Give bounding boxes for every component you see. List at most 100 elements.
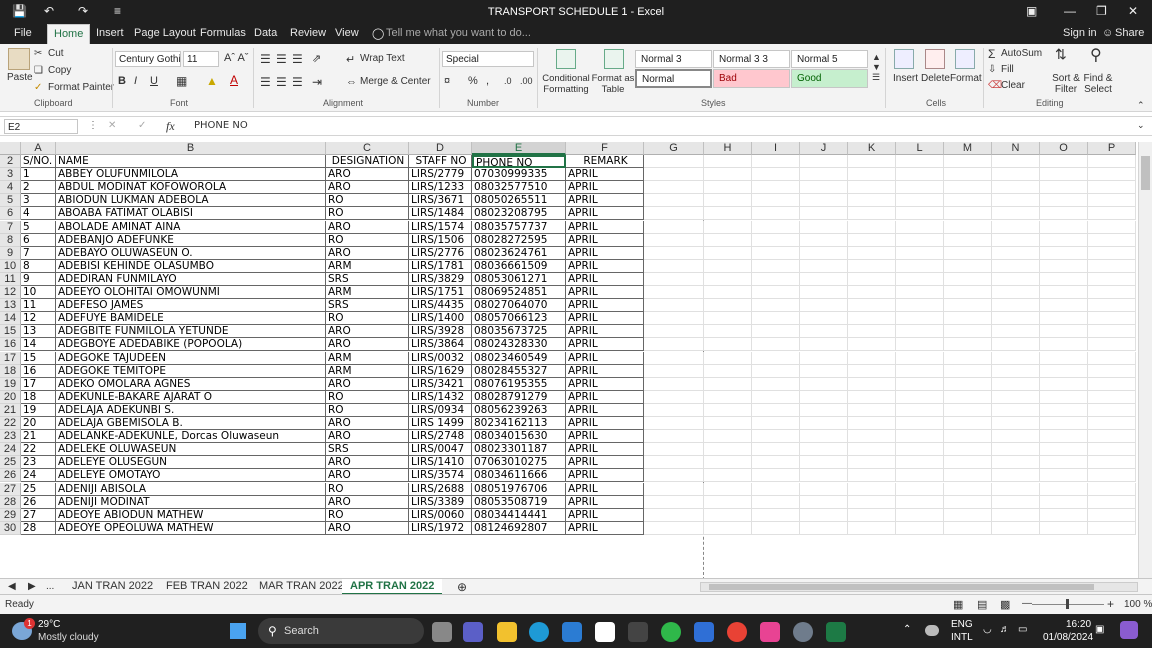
excel-icon[interactable] [826, 622, 846, 642]
row-header[interactable]: 25 [0, 456, 21, 470]
empty-cell[interactable] [1088, 168, 1136, 182]
empty-cell[interactable] [944, 194, 992, 208]
empty-cell[interactable] [1088, 325, 1136, 339]
empty-cell[interactable] [1088, 233, 1136, 247]
empty-cell[interactable] [1088, 390, 1136, 404]
empty-cell[interactable] [992, 259, 1040, 273]
row-header[interactable]: 22 [0, 417, 21, 431]
table-cell[interactable]: 08032577510 [472, 181, 566, 195]
row-header[interactable]: 5 [0, 194, 21, 208]
align-bottom-icon[interactable]: ☰ [292, 52, 303, 66]
table-cell[interactable]: 08056239263 [472, 403, 566, 417]
empty-cell[interactable] [944, 181, 992, 195]
empty-cell[interactable] [1040, 351, 1088, 365]
style-normal[interactable]: Normal [635, 69, 712, 88]
table-cell[interactable]: 3 [21, 194, 56, 208]
table-cell[interactable]: APRIL [566, 351, 644, 365]
column-header-g[interactable]: G [644, 142, 704, 155]
table-cell[interactable]: SRS [326, 443, 409, 457]
column-header-f[interactable]: F [566, 142, 644, 155]
empty-cell[interactable] [800, 233, 848, 247]
table-cell[interactable]: LIRS/1751 [409, 286, 472, 300]
restore-icon[interactable]: ❐ [1096, 4, 1107, 18]
empty-cell[interactable] [992, 521, 1040, 535]
empty-cell[interactable] [1088, 417, 1136, 431]
table-cell[interactable]: 1 [21, 168, 56, 182]
empty-cell[interactable] [704, 495, 752, 509]
table-cell[interactable]: LIRS/0032 [409, 351, 472, 365]
table-cell[interactable]: APRIL [566, 390, 644, 404]
table-cell[interactable]: 14 [21, 338, 56, 352]
zoom-slider-thumb[interactable] [1066, 599, 1069, 609]
empty-cell[interactable] [752, 482, 800, 496]
table-cell[interactable]: ADELAJA GBEMISOLA B. [56, 417, 326, 431]
table-cell[interactable]: ADEGBITE FUNMILOLA YETUNDE [56, 325, 326, 339]
empty-cell[interactable] [704, 469, 752, 483]
empty-cell[interactable] [752, 194, 800, 208]
empty-cell[interactable] [896, 194, 944, 208]
style-normal-3[interactable]: Normal 3 [635, 50, 712, 68]
empty-cell[interactable] [644, 482, 704, 496]
table-cell[interactable]: LIRS/3574 [409, 469, 472, 483]
table-cell[interactable]: 08036661509 [472, 259, 566, 273]
empty-cell[interactable] [800, 351, 848, 365]
header-cell[interactable]: STAFF NO [409, 155, 472, 169]
row-header[interactable]: 3 [0, 168, 21, 182]
empty-cell[interactable] [944, 272, 992, 286]
empty-cell[interactable] [944, 417, 992, 431]
table-cell[interactable]: 08034611666 [472, 469, 566, 483]
table-cell[interactable]: 12 [21, 312, 56, 326]
table-cell[interactable]: 8 [21, 259, 56, 273]
empty-cell[interactable] [704, 312, 752, 326]
empty-cell[interactable] [848, 168, 896, 182]
empty-cell[interactable] [1040, 220, 1088, 234]
row-header[interactable]: 20 [0, 390, 21, 404]
empty-cell[interactable] [1040, 377, 1088, 391]
row-header[interactable]: 14 [0, 312, 21, 326]
file-explorer-icon[interactable] [497, 622, 517, 642]
enter-icon[interactable]: ✓ [138, 120, 146, 131]
sheet-tab-jan[interactable]: JAN TRAN 2022 [64, 579, 161, 595]
table-cell[interactable]: RO [326, 194, 409, 208]
table-cell[interactable]: 22 [21, 443, 56, 457]
ribbon-display-icon[interactable]: ▣ [1026, 4, 1037, 18]
empty-cell[interactable] [944, 469, 992, 483]
align-middle-icon[interactable]: ☰ [276, 52, 287, 66]
empty-cell[interactable] [1088, 495, 1136, 509]
vertical-scrollbar[interactable] [1138, 142, 1152, 578]
cut-button[interactable]: Cut [48, 48, 64, 59]
row-header[interactable]: 2 [0, 155, 21, 169]
table-cell[interactable]: LIRS/2776 [409, 246, 472, 260]
table-cell[interactable]: LIRS/0934 [409, 403, 472, 417]
app-icon[interactable] [628, 622, 648, 642]
table-cell[interactable]: LIRS/1233 [409, 181, 472, 195]
table-cell[interactable]: 27 [21, 508, 56, 522]
empty-cell[interactable] [992, 233, 1040, 247]
empty-cell[interactable] [752, 351, 800, 365]
empty-cell[interactable] [1088, 377, 1136, 391]
empty-cell[interactable] [752, 390, 800, 404]
empty-cell[interactable] [848, 272, 896, 286]
empty-cell[interactable] [1040, 364, 1088, 378]
column-header-o[interactable]: O [1040, 142, 1088, 155]
table-cell[interactable]: APRIL [566, 417, 644, 431]
empty-cell[interactable] [752, 155, 800, 169]
empty-cell[interactable] [1040, 233, 1088, 247]
table-cell[interactable]: 7 [21, 246, 56, 260]
table-cell[interactable]: ADEFUYE BAMIDELE [56, 312, 326, 326]
table-cell[interactable]: ARM [326, 364, 409, 378]
table-cell[interactable]: LIRS/1484 [409, 207, 472, 221]
empty-cell[interactable] [848, 207, 896, 221]
empty-cell[interactable] [992, 272, 1040, 286]
column-header-p[interactable]: P [1088, 142, 1136, 155]
empty-cell[interactable] [992, 443, 1040, 457]
table-cell[interactable]: ADEGOKE TAJUDEEN [56, 351, 326, 365]
table-cell[interactable]: ADELEYE OMOTAYO [56, 469, 326, 483]
empty-cell[interactable] [1088, 194, 1136, 208]
empty-cell[interactable] [896, 430, 944, 444]
empty-cell[interactable] [896, 390, 944, 404]
empty-cell[interactable] [752, 181, 800, 195]
paste-icon[interactable] [8, 48, 30, 70]
table-cell[interactable]: APRIL [566, 299, 644, 313]
empty-cell[interactable] [1040, 312, 1088, 326]
